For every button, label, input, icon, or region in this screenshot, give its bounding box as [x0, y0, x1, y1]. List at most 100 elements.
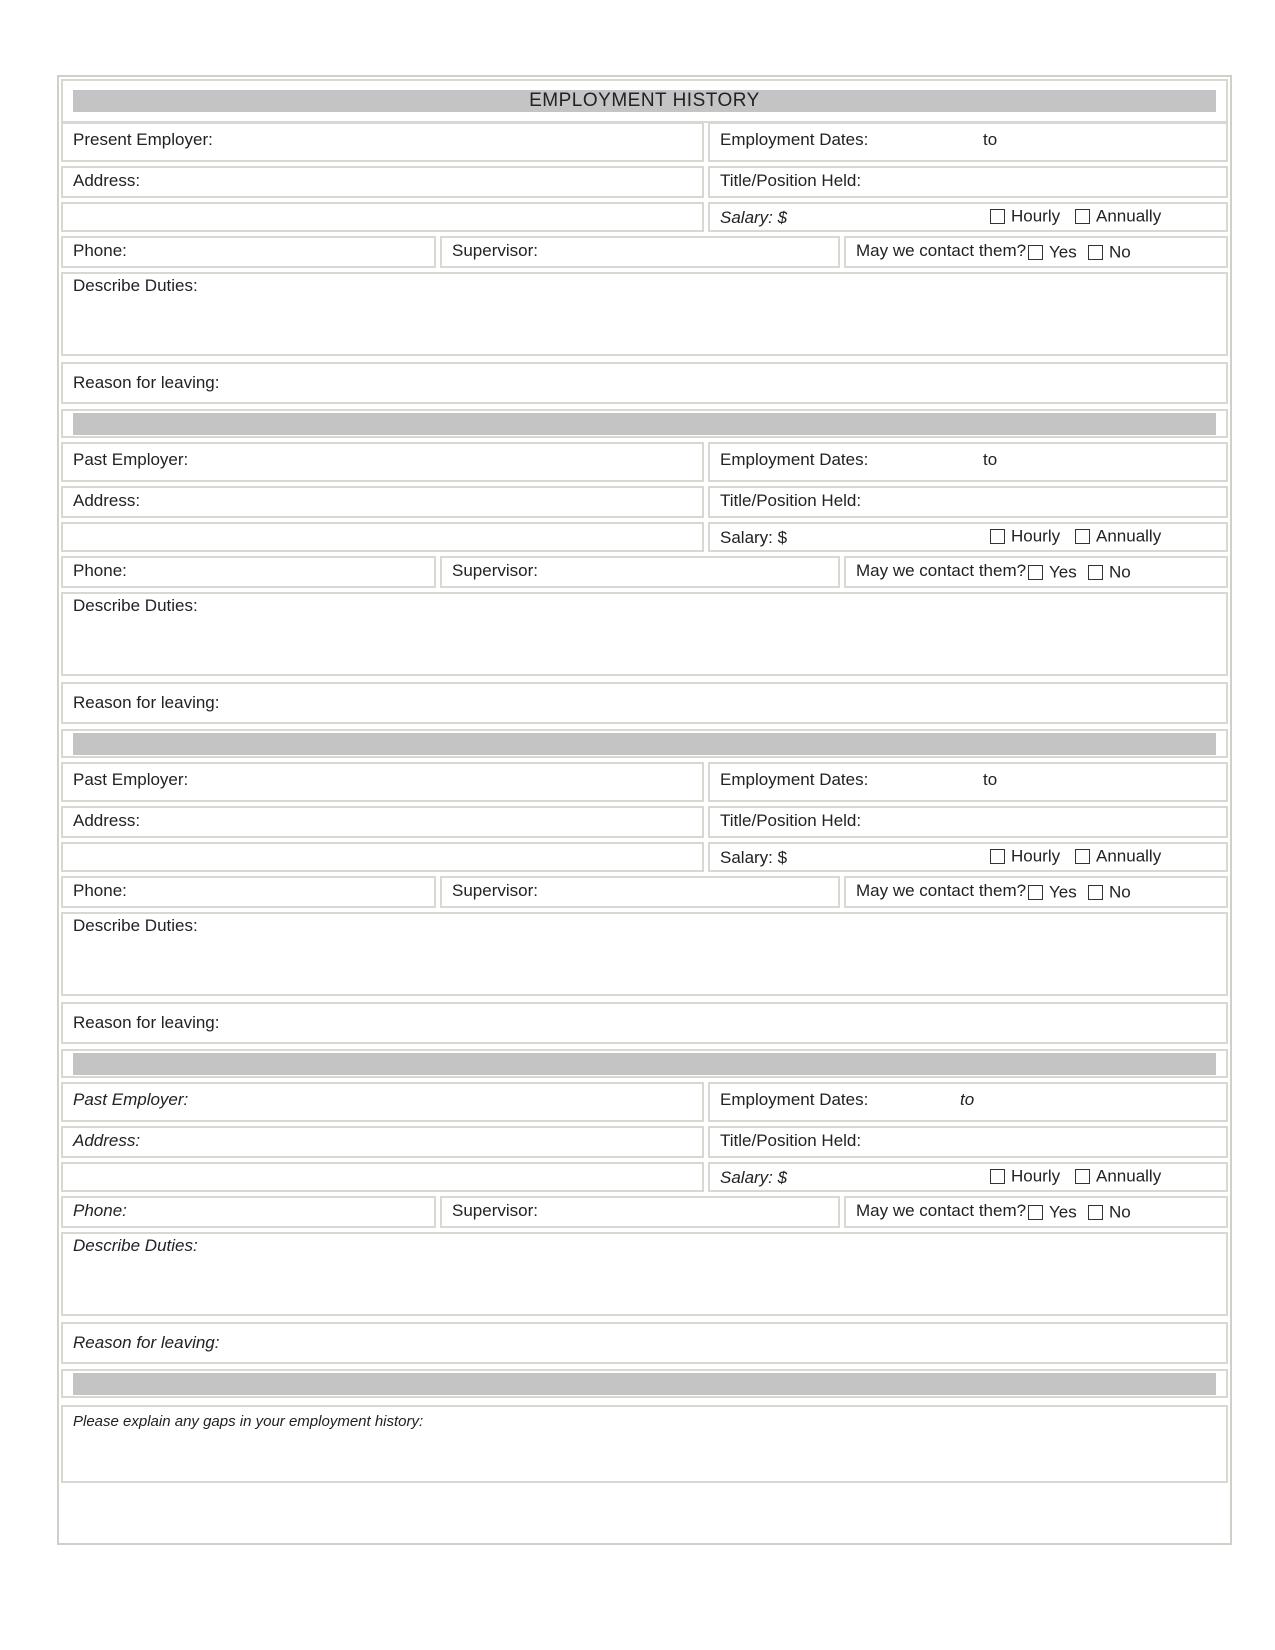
hourly-checkbox[interactable] [990, 529, 1005, 545]
contact-question-label: May we contact them? [856, 1201, 1027, 1220]
hourly-option[interactable]: Hourly [990, 206, 1060, 227]
employer-field[interactable]: Past Employer: [61, 442, 704, 482]
employment-dates-field[interactable]: Employment Dates: to [708, 442, 1228, 482]
contact-yes-checkbox[interactable] [1028, 245, 1043, 261]
contact-no-option[interactable]: No [1088, 1202, 1131, 1223]
contact-no-option[interactable]: No [1088, 562, 1131, 583]
address-field[interactable]: Address: [61, 806, 704, 838]
section-divider-bar [73, 413, 1216, 435]
annually-checkbox[interactable] [1075, 529, 1090, 545]
hourly-label: Hourly [1011, 1166, 1061, 1186]
title-position-field[interactable]: Title/Position Held: [708, 1126, 1228, 1158]
contact-yes-option[interactable]: Yes [1028, 882, 1077, 903]
title-position-field[interactable]: Title/Position Held: [708, 806, 1228, 838]
annually-checkbox[interactable] [1075, 209, 1090, 225]
contact-no-option[interactable]: No [1088, 242, 1131, 263]
describe-duties-field[interactable]: Describe Duties: [61, 592, 1228, 676]
phone-field[interactable]: Phone: [61, 1196, 436, 1228]
annually-label: Annually [1096, 846, 1162, 866]
hourly-option[interactable]: Hourly [990, 846, 1060, 867]
contact-yes-checkbox[interactable] [1028, 565, 1043, 581]
hourly-checkbox[interactable] [990, 209, 1005, 225]
employment-history-form: EMPLOYMENT HISTORY Present Employer: Emp… [57, 75, 1232, 1545]
annually-option[interactable]: Annually [1075, 846, 1161, 867]
address-field[interactable]: Address: [61, 166, 704, 198]
annually-option[interactable]: Annually [1075, 206, 1161, 227]
salary-field[interactable]: Salary: $ Hourly Annually [708, 842, 1228, 872]
title-row: EMPLOYMENT HISTORY [61, 79, 1228, 123]
supervisor-field[interactable]: Supervisor: [440, 236, 840, 268]
reason-for-leaving-field[interactable]: Reason for leaving: [61, 362, 1228, 404]
describe-duties-label: Describe Duties: [73, 1236, 198, 1255]
contact-yes-checkbox[interactable] [1028, 1205, 1043, 1221]
address-line-2-field[interactable] [61, 202, 704, 232]
annually-checkbox[interactable] [1075, 1169, 1090, 1185]
contact-no-checkbox[interactable] [1088, 1205, 1103, 1221]
supervisor-field[interactable]: Supervisor: [440, 556, 840, 588]
reason-for-leaving-label: Reason for leaving: [73, 693, 220, 712]
address-field[interactable]: Address: [61, 486, 704, 518]
supervisor-field[interactable]: Supervisor: [440, 1196, 840, 1228]
employer-field[interactable]: Past Employer: [61, 1082, 704, 1122]
gaps-field[interactable]: Please explain any gaps in your employme… [61, 1405, 1228, 1483]
contact-yes-option[interactable]: Yes [1028, 1202, 1077, 1223]
phone-label: Phone: [73, 1201, 127, 1220]
phone-field[interactable]: Phone: [61, 876, 436, 908]
contact-no-checkbox[interactable] [1088, 885, 1103, 901]
contact-yes-label: Yes [1049, 882, 1077, 902]
page-title: EMPLOYMENT HISTORY [529, 90, 760, 111]
contact-yes-label: Yes [1049, 562, 1077, 582]
hourly-checkbox[interactable] [990, 849, 1005, 865]
contact-no-label: No [1109, 562, 1131, 582]
contact-yes-option[interactable]: Yes [1028, 562, 1077, 583]
contact-no-checkbox[interactable] [1088, 565, 1103, 581]
address-line-2-field[interactable] [61, 522, 704, 552]
phone-field[interactable]: Phone: [61, 236, 436, 268]
describe-duties-field[interactable]: Describe Duties: [61, 1232, 1228, 1316]
salary-field[interactable]: Salary: $ Hourly Annually [708, 522, 1228, 552]
employment-dates-label: Employment Dates: [720, 450, 869, 469]
salary-field[interactable]: Salary: $ Hourly Annually [708, 202, 1228, 232]
supervisor-label: Supervisor: [452, 1201, 538, 1220]
address-field[interactable]: Address: [61, 1126, 704, 1158]
title-position-label: Title/Position Held: [720, 811, 862, 830]
title-position-field[interactable]: Title/Position Held: [708, 486, 1228, 518]
annually-option[interactable]: Annually [1075, 1166, 1161, 1187]
reason-for-leaving-field[interactable]: Reason for leaving: [61, 1322, 1228, 1364]
reason-for-leaving-field[interactable]: Reason for leaving: [61, 1002, 1228, 1044]
employer-label: Past Employer: [73, 1090, 189, 1109]
describe-duties-field[interactable]: Describe Duties: [61, 912, 1228, 996]
reason-for-leaving-label: Reason for leaving: [73, 373, 220, 392]
contact-yes-checkbox[interactable] [1028, 885, 1043, 901]
employer-field[interactable]: Present Employer: [61, 122, 704, 162]
employment-dates-field[interactable]: Employment Dates: to [708, 1082, 1228, 1122]
address-label: Address: [73, 171, 141, 190]
title-position-field[interactable]: Title/Position Held: [708, 166, 1228, 198]
employment-dates-field[interactable]: Employment Dates: to [708, 122, 1228, 162]
describe-duties-field[interactable]: Describe Duties: [61, 272, 1228, 356]
contact-permission-field: May we contact them? Yes No [844, 556, 1228, 588]
salary-field[interactable]: Salary: $ Hourly Annually [708, 1162, 1228, 1192]
contact-no-option[interactable]: No [1088, 882, 1131, 903]
contact-yes-option[interactable]: Yes [1028, 242, 1077, 263]
employer-field[interactable]: Past Employer: [61, 762, 704, 802]
employer-label: Present Employer: [73, 130, 213, 149]
employment-dates-label: Employment Dates: [720, 770, 869, 789]
annually-checkbox[interactable] [1075, 849, 1090, 865]
phone-field[interactable]: Phone: [61, 556, 436, 588]
employment-dates-field[interactable]: Employment Dates: to [708, 762, 1228, 802]
hourly-option[interactable]: Hourly [990, 526, 1060, 547]
hourly-checkbox[interactable] [990, 1169, 1005, 1185]
contact-question-label: May we contact them? [856, 241, 1027, 260]
hourly-option[interactable]: Hourly [990, 1166, 1060, 1187]
supervisor-field[interactable]: Supervisor: [440, 876, 840, 908]
contact-no-checkbox[interactable] [1088, 245, 1103, 261]
phone-label: Phone: [73, 241, 127, 260]
address-line-2-field[interactable] [61, 1162, 704, 1192]
address-label: Address: [73, 491, 141, 510]
employer-label: Past Employer: [73, 770, 189, 789]
reason-for-leaving-field[interactable]: Reason for leaving: [61, 682, 1228, 724]
address-line-2-field[interactable] [61, 842, 704, 872]
annually-option[interactable]: Annually [1075, 526, 1161, 547]
address-label: Address: [73, 1131, 141, 1150]
